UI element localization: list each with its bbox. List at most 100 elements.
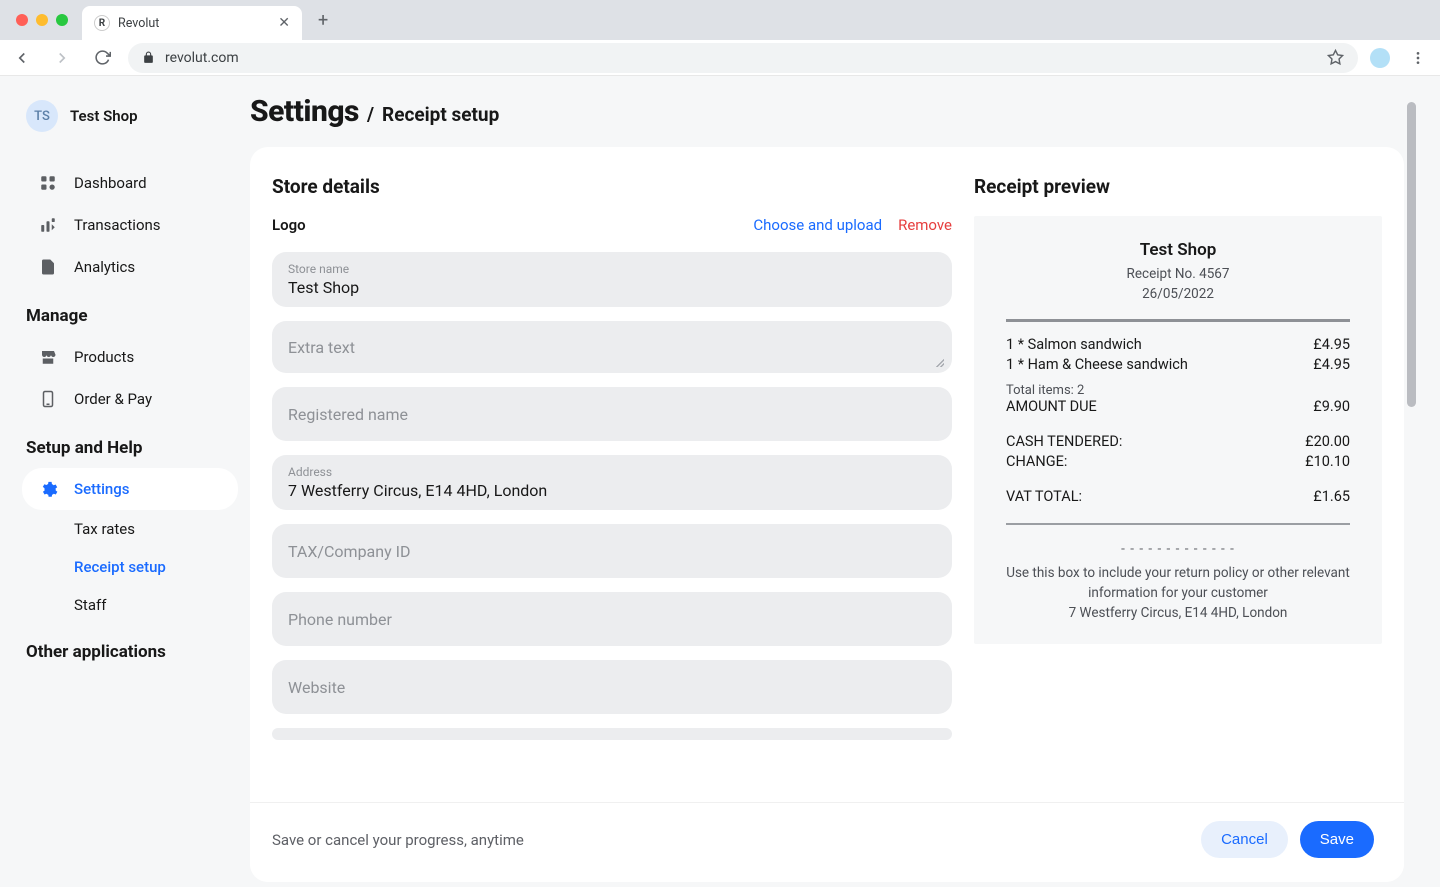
sidebar-section-other: Other applications [22, 624, 238, 672]
amount-due-value: £9.90 [1313, 398, 1350, 415]
total-items: Total items: 2 [1006, 383, 1350, 398]
receipt-footer: - - - - - - - - - - - - - Use this box t… [1006, 539, 1350, 624]
back-button[interactable] [8, 44, 36, 72]
change-label: CHANGE: [1006, 453, 1067, 470]
sidebar-item-label: Order & Pay [74, 390, 152, 408]
sidebar-sub-staff[interactable]: Staff [22, 586, 238, 624]
vat-label: VAT TOTAL: [1006, 488, 1082, 505]
tab-title: Revolut [118, 16, 270, 31]
website-input[interactable]: Website [272, 660, 952, 714]
maximize-window[interactable] [56, 14, 68, 26]
profile-avatar[interactable] [1370, 48, 1390, 68]
amount-due-label: AMOUNT DUE [1006, 398, 1097, 415]
cash-value: £20.00 [1305, 433, 1350, 450]
field-placeholder: Website [288, 678, 936, 697]
forward-button[interactable] [48, 44, 76, 72]
tab-favicon: R [94, 15, 110, 31]
app-root: TS Test Shop Dashboard Transactions Anal… [0, 76, 1440, 887]
store-name-input[interactable]: Store name Test Shop [272, 252, 952, 307]
browser-menu-icon[interactable] [1404, 44, 1432, 72]
lock-icon [142, 51, 155, 64]
sidebar-item-label: Dashboard [74, 174, 147, 192]
logo-label: Logo [272, 216, 753, 234]
gear-icon [38, 479, 58, 499]
receipt-divider [1006, 523, 1350, 525]
scrollbar-thumb[interactable] [1407, 102, 1416, 407]
shop-avatar: TS [26, 100, 58, 132]
close-window[interactable] [16, 14, 28, 26]
registered-name-input[interactable]: Registered name [272, 387, 952, 441]
new-tab-button[interactable]: + [308, 10, 338, 31]
receipt-preview-panel: Receipt preview Test Shop Receipt No. 45… [974, 147, 1404, 882]
address-input[interactable]: Address 7 Westferry Circus, E14 4HD, Lon… [272, 455, 952, 510]
page-title: Settings [250, 94, 359, 129]
dashes: - - - - - - - - - - - - - [1006, 539, 1350, 559]
item-price: £4.95 [1313, 356, 1350, 373]
tax-id-input[interactable]: TAX/Company ID [272, 524, 952, 578]
shop-selector[interactable]: TS Test Shop [22, 100, 238, 132]
cancel-button[interactable]: Cancel [1201, 821, 1288, 858]
grid-icon [38, 173, 58, 193]
sidebar-sub-receipt-setup[interactable]: Receipt setup [22, 548, 238, 586]
amount-due-row: AMOUNT DUE £9.90 [1006, 398, 1350, 415]
item-desc: 1 * Ham & Cheese sandwich [1006, 356, 1188, 373]
browser-tab[interactable]: R Revolut ✕ [82, 6, 302, 40]
browser-toolbar: revolut.com [0, 40, 1440, 76]
receipt-line-item: 1 * Ham & Cheese sandwich £4.95 [1006, 356, 1350, 373]
phone-icon [38, 389, 58, 409]
shop-name: Test Shop [70, 107, 138, 125]
field-placeholder: Phone number [288, 610, 936, 629]
field-value: Test Shop [288, 278, 936, 297]
item-price: £4.95 [1313, 336, 1350, 353]
sidebar-item-settings[interactable]: Settings [22, 468, 238, 510]
receipt-divider [1006, 319, 1350, 322]
reload-button[interactable] [88, 44, 116, 72]
extra-text-input[interactable]: Extra text [272, 321, 952, 373]
sidebar-item-transactions[interactable]: Transactions [22, 204, 238, 246]
breadcrumb-separator: / [367, 103, 374, 126]
window-controls [8, 14, 76, 26]
phone-input[interactable]: Phone number [272, 592, 952, 646]
doc-icon [38, 257, 58, 277]
sidebar: TS Test Shop Dashboard Transactions Anal… [0, 76, 250, 887]
sidebar-section-manage: Manage [22, 288, 238, 336]
tab-close-icon[interactable]: ✕ [278, 15, 290, 31]
cutoff-field[interactable] [272, 728, 952, 740]
sidebar-item-analytics[interactable]: Analytics [22, 246, 238, 288]
sidebar-item-label: Transactions [74, 216, 161, 234]
page-footer: Save or cancel your progress, anytime Ca… [250, 802, 1404, 882]
field-placeholder: Registered name [288, 405, 936, 424]
main: Settings / Receipt setup Store details L… [250, 76, 1440, 887]
vat-row: VAT TOTAL: £1.65 [1006, 488, 1350, 505]
star-icon[interactable] [1327, 49, 1344, 66]
change-value: £10.10 [1305, 453, 1350, 470]
sidebar-sub-tax-rates[interactable]: Tax rates [22, 510, 238, 548]
cash-row: CASH TENDERED: £20.00 [1006, 433, 1350, 450]
sidebar-section-setup: Setup and Help [22, 420, 238, 468]
browser-tab-bar: R Revolut ✕ + [0, 0, 1440, 40]
store-details-heading: Store details [272, 175, 952, 198]
sidebar-item-label: Analytics [74, 258, 135, 276]
address-bar[interactable]: revolut.com [128, 43, 1358, 73]
breadcrumb: Settings / Receipt setup [250, 94, 1404, 147]
cash-label: CASH TENDERED: [1006, 433, 1122, 450]
store-details-panel: Store details Logo Choose and upload Rem… [250, 147, 974, 882]
minimize-window[interactable] [36, 14, 48, 26]
remove-link[interactable]: Remove [898, 216, 952, 234]
vat-value: £1.65 [1313, 488, 1350, 505]
save-button[interactable]: Save [1300, 821, 1374, 858]
scrollbar[interactable] [1407, 102, 1416, 865]
sidebar-item-order-pay[interactable]: Order & Pay [22, 378, 238, 420]
item-desc: 1 * Salmon sandwich [1006, 336, 1142, 353]
receipt-date: 26/05/2022 [1006, 284, 1350, 304]
upload-link[interactable]: Choose and upload [753, 216, 882, 234]
footer-text: Use this box to include your return poli… [1006, 563, 1350, 604]
receipt-preview: Test Shop Receipt No. 4567 26/05/2022 1 … [974, 216, 1382, 644]
receipt-preview-heading: Receipt preview [974, 175, 1382, 198]
change-row: CHANGE: £10.10 [1006, 453, 1350, 470]
sidebar-item-dashboard[interactable]: Dashboard [22, 162, 238, 204]
receipt-shop-name: Test Shop [1006, 240, 1350, 260]
sidebar-item-products[interactable]: Products [22, 336, 238, 378]
sidebar-item-label: Settings [74, 480, 130, 498]
page-subtitle: Receipt setup [382, 103, 499, 126]
